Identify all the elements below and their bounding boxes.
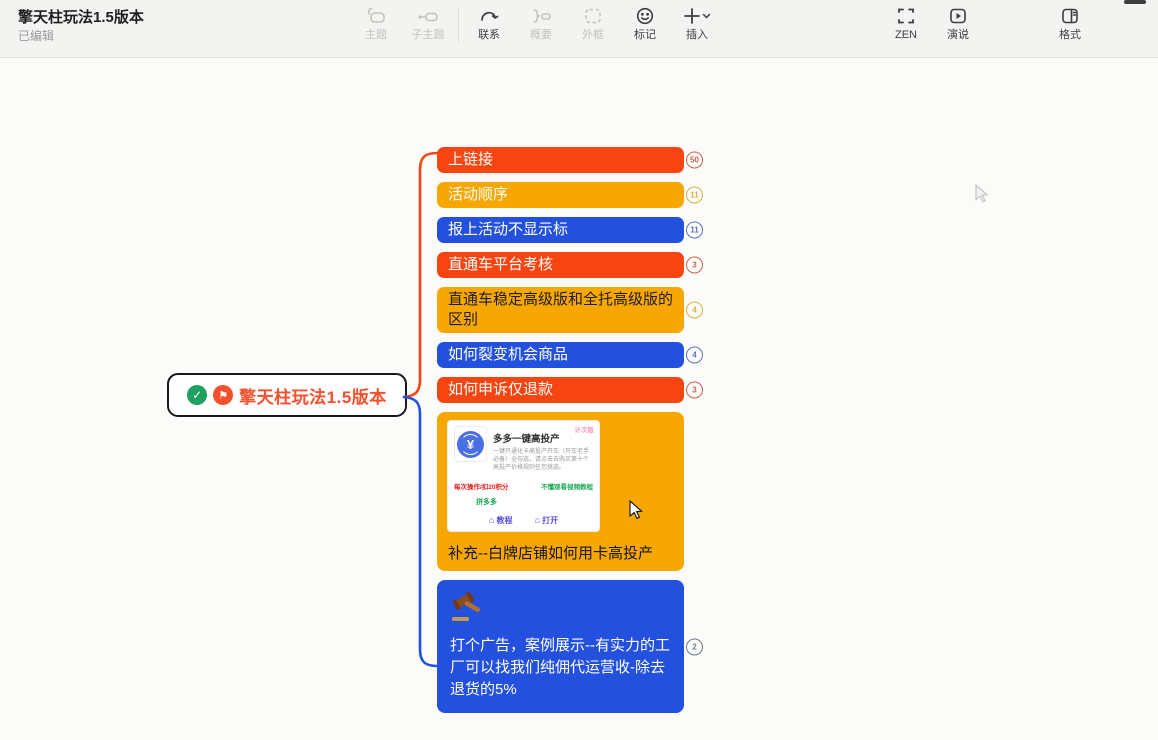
document-title: 擎天柱玩法1.5版本 xyxy=(18,6,144,27)
branch-row: 直通车稳定高级版和全托高级版的区别 4 xyxy=(437,287,684,333)
app-logo-icon: ¥ xyxy=(454,426,487,462)
presentation-icon xyxy=(947,4,969,28)
cursor-arrow xyxy=(629,500,644,521)
insert-label: 插入 xyxy=(686,29,708,42)
marker-label: 标记 xyxy=(634,29,656,42)
card-tag: 计次版 xyxy=(575,424,595,434)
topic-label: 活动顺序 xyxy=(448,186,508,203)
topic-node-shensu-tuikuan[interactable]: 如何申诉仅退款 xyxy=(437,377,684,403)
count-badge[interactable]: 4 xyxy=(686,347,703,364)
flag-circle-icon: ⚑ xyxy=(213,385,233,405)
central-topic-label: 擎天柱玩法1.5版本 xyxy=(239,383,387,408)
home-icon: ⌂ xyxy=(535,515,540,525)
branch-row: 报上活动不显示标 11 xyxy=(437,217,684,243)
zen-mode-icon xyxy=(895,4,917,28)
format-panel-button[interactable]: 格式 xyxy=(1044,4,1096,42)
relationship-icon xyxy=(478,4,500,28)
insert-button[interactable]: 插入 xyxy=(671,4,723,42)
card-tutorial-note: 不懂观看视频教程 xyxy=(541,481,593,491)
gavel-icon xyxy=(450,592,486,622)
count-badge[interactable]: 11 xyxy=(686,187,703,204)
summary-icon xyxy=(529,4,553,28)
topic-label: 报上活动不显示标 xyxy=(448,221,568,238)
subtopic-icon xyxy=(416,4,440,28)
ghost-cursor-arrow xyxy=(975,184,989,204)
topic-node-image-gaotouchan[interactable]: 计次版 ¥ 多多一键高投产 一键开通化卡高投产开车（开车老手必备）全勾选，请点击… xyxy=(437,412,684,571)
summary-label: 概要 xyxy=(530,29,552,42)
subtopic-label: 子主题 xyxy=(412,29,445,42)
brace-top-half xyxy=(404,153,438,397)
advertisement-text: 打个广告，案例展示--有实力的工厂可以找我们纯佣代运营收-除去退货的5% xyxy=(450,635,671,701)
count-badge[interactable]: 2 xyxy=(686,638,703,655)
toolbar-right-group: ZEN 演说 格式 xyxy=(880,4,1096,42)
toolbar-center-group: 主题 子主题 联系 概要 xyxy=(350,4,723,42)
branch-row: 活动顺序 11 xyxy=(437,182,684,208)
branch-column: 上链接 50 活动顺序 11 报上活动不显示标 11 直通车平台考核 3 直通车… xyxy=(437,147,684,713)
check-circle-icon: ✓ xyxy=(187,385,207,405)
count-badge[interactable]: 50 xyxy=(686,152,703,169)
topic-node-liebian-shangpin[interactable]: 如何裂变机会商品 xyxy=(437,342,684,368)
zen-mode-button[interactable]: ZEN xyxy=(880,4,932,42)
card-cost-note: 每次操作/扣20积分 xyxy=(454,481,509,491)
home-icon: ⌂ xyxy=(489,515,494,525)
central-topic-node[interactable]: ✓ ⚑ 擎天柱玩法1.5版本 xyxy=(167,373,407,417)
topic-node-huodongshunxu[interactable]: 活动顺序 xyxy=(437,182,684,208)
card-link-open[interactable]: ⌂ 打开 xyxy=(535,515,559,526)
toolbar: 擎天柱玩法1.5版本 已编辑 主题 子主题 联系 xyxy=(0,0,1158,58)
topic-node-zhitongche-qubie[interactable]: 直通车稳定高级版和全托高级版的区别 xyxy=(437,287,684,333)
topic-button[interactable]: 主题 xyxy=(350,4,402,42)
card-description: 一键开通化卡高投产开车（开车老手必备）全勾选，请点击去购买第十个高投产价格规则任… xyxy=(493,448,593,472)
marker-icon xyxy=(634,4,656,28)
topic-label: 直通车平台考核 xyxy=(448,256,553,273)
count-badge[interactable]: 11 xyxy=(686,222,703,239)
topic-node-shanglianjie[interactable]: 上链接 xyxy=(437,147,684,173)
boundary-label: 外框 xyxy=(582,29,604,42)
presentation-label: 演说 xyxy=(947,29,969,42)
relationship-button[interactable]: 联系 xyxy=(463,4,515,42)
topic-node-zhitongche-kaohe[interactable]: 直通车平台考核 xyxy=(437,252,684,278)
presentation-button[interactable]: 演说 xyxy=(932,4,984,42)
marker-button[interactable]: 标记 xyxy=(619,4,671,42)
branch-row: 上链接 50 xyxy=(437,147,684,173)
topic-label: 主题 xyxy=(365,29,387,42)
insert-icon xyxy=(683,4,711,28)
format-panel-icon xyxy=(1059,4,1081,28)
boundary-button[interactable]: 外框 xyxy=(567,4,619,42)
count-badge[interactable]: 4 xyxy=(686,302,703,319)
format-panel-label: 格式 xyxy=(1059,29,1081,42)
image-node-caption: 补充--白牌店铺如何用卡高投产 xyxy=(447,542,674,563)
window-control-dash[interactable] xyxy=(1124,0,1146,4)
boundary-icon xyxy=(582,4,604,28)
topic-node-baoshanghuodong[interactable]: 报上活动不显示标 xyxy=(437,217,684,243)
summary-button[interactable]: 概要 xyxy=(515,4,567,42)
mindmap-canvas[interactable]: ✓ ⚑ 擎天柱玩法1.5版本 上链接 50 活动顺序 11 报上活动不显示标 1… xyxy=(0,58,1158,740)
topic-label: 直通车稳定高级版和全托高级版的区别 xyxy=(448,291,673,328)
relationship-label: 联系 xyxy=(478,29,500,42)
count-badge[interactable]: 3 xyxy=(686,382,703,399)
branch-row: 直通车平台考核 3 xyxy=(437,252,684,278)
brace-bottom-half xyxy=(404,397,438,666)
subtopic-button[interactable]: 子主题 xyxy=(402,4,454,42)
branch-row: 计次版 ¥ 多多一键高投产 一键开通化卡高投产开车（开车老手必备）全勾选，请点击… xyxy=(437,412,684,571)
topic-node-advertisement[interactable]: 打个广告，案例展示--有实力的工厂可以找我们纯佣代运营收-除去退货的5% xyxy=(437,580,684,713)
embedded-image-card[interactable]: 计次版 ¥ 多多一键高投产 一键开通化卡高投产开车（开车老手必备）全勾选，请点击… xyxy=(447,420,600,532)
count-badge[interactable]: 3 xyxy=(686,257,703,274)
save-status: 已编辑 xyxy=(18,27,54,44)
card-platform: 拼多多 xyxy=(476,497,593,507)
brace-connector xyxy=(398,144,442,676)
topic-icon xyxy=(365,4,387,28)
branch-row: 打个广告，案例展示--有实力的工厂可以找我们纯佣代运营收-除去退货的5% 2 xyxy=(437,580,684,713)
topic-label: 如何申诉仅退款 xyxy=(448,381,553,398)
topic-label: 如何裂变机会商品 xyxy=(448,346,568,363)
toolbar-separator xyxy=(458,8,459,42)
card-link-tutorial[interactable]: ⌂ 教程 xyxy=(489,515,513,526)
topic-label: 上链接 xyxy=(448,151,493,168)
branch-row: 如何裂变机会商品 4 xyxy=(437,342,684,368)
zen-mode-label: ZEN xyxy=(895,29,917,42)
branch-row: 如何申诉仅退款 3 xyxy=(437,377,684,403)
